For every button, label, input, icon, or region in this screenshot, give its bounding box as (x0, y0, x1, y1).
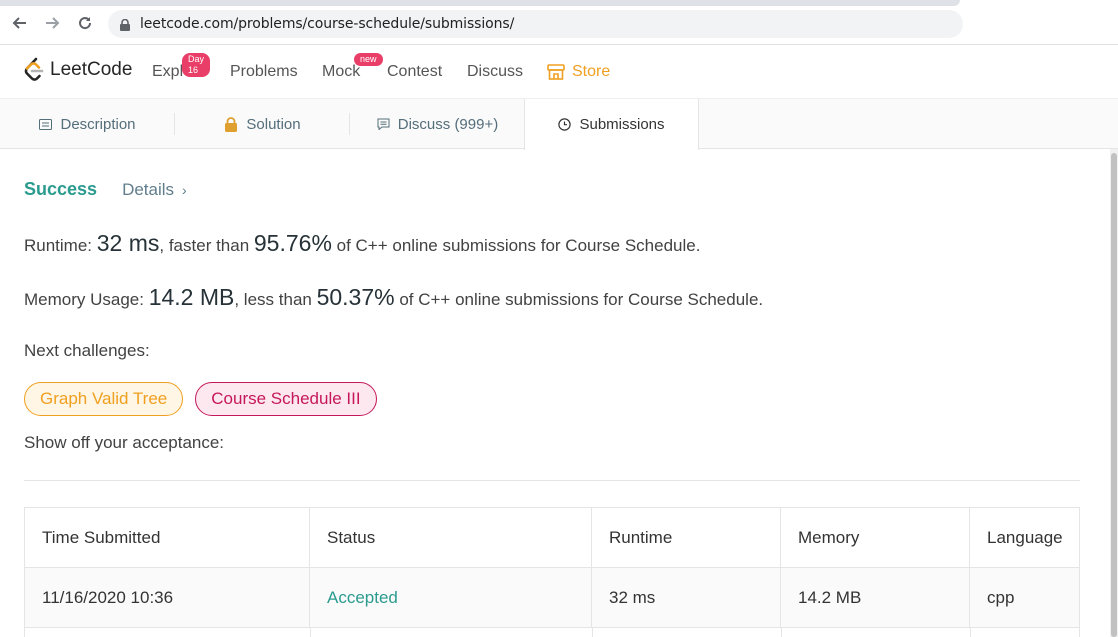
challenge-course-schedule-iii[interactable]: Course Schedule III (195, 382, 377, 416)
tab-submissions[interactable]: Submissions (524, 99, 699, 150)
runtime-summary: Runtime: 32 ms, faster than 95.76% of C+… (24, 230, 700, 257)
col-divider (970, 627, 971, 637)
chevron-right-icon: › (182, 181, 187, 198)
tab-solution-label: Solution (246, 115, 301, 133)
memory-suffix: of C++ online submissions for Course Sch… (394, 290, 764, 309)
lock-icon (225, 116, 238, 132)
column-header-status[interactable]: Status (310, 508, 592, 567)
nav-contest-label: Contest (387, 63, 443, 80)
brand-name: LeetCode (50, 59, 133, 80)
cell-time-submitted: 11/16/2020 10:36 (25, 568, 310, 627)
memory-label: Memory Usage: (24, 290, 149, 309)
store-icon (547, 64, 565, 80)
problem-tabs: Description Solution Discuss (999+) Subm… (0, 99, 1118, 150)
runtime-suffix: of C++ online submissions for Course Sch… (331, 236, 701, 255)
nav-mock-label: Mock (322, 63, 361, 80)
back-arrow-icon[interactable] (10, 13, 30, 33)
next-challenges-label: Next challenges: (24, 341, 150, 360)
tab-description[interactable]: Description (0, 99, 175, 149)
leetcode-logo[interactable]: LeetCode (23, 57, 132, 83)
runtime-label: Runtime: (24, 236, 97, 255)
clock-icon (558, 118, 572, 131)
col-divider (592, 627, 593, 637)
nav-problems[interactable]: Problems (230, 63, 298, 81)
nav-store[interactable]: Store (547, 63, 610, 81)
site-header: LeetCode Explore Day 16 Problems Mock ne… (0, 45, 1118, 99)
tab-discuss-label: Discuss (999+) (397, 115, 499, 133)
runtime-mid: , faster than (159, 236, 254, 255)
table-row: 11/16/2020 10:36 Accepted 32 ms 14.2 MB … (25, 568, 1079, 628)
divider (24, 480, 1080, 481)
nav-discuss[interactable]: Discuss (467, 63, 523, 81)
scrollbar[interactable] (1110, 149, 1118, 637)
nav-store-label: Store (572, 63, 611, 80)
next-challenges: Graph Valid Tree Course Schedule III (24, 382, 389, 416)
tab-solution[interactable]: Solution (175, 99, 350, 149)
lock-icon (120, 18, 130, 31)
column-header-memory[interactable]: Memory (781, 508, 970, 567)
day-badge: Day 16 (182, 53, 211, 77)
url-text: leetcode.com/problems/course-schedule/su… (140, 16, 515, 32)
forward-arrow-icon[interactable] (42, 13, 62, 33)
cell-memory: 14.2 MB (781, 568, 970, 627)
discuss-icon (377, 118, 390, 130)
address-bar[interactable]: leetcode.com/problems/course-schedule/su… (108, 10, 963, 38)
tab-strip (0, 0, 960, 6)
memory-mid: , less than (234, 290, 317, 309)
nav-explore[interactable]: Explore Day 16 (152, 53, 211, 81)
browser-toolbar: leetcode.com/problems/course-schedule/su… (0, 0, 1118, 45)
column-header-time[interactable]: Time Submitted (25, 508, 310, 567)
col-divider (781, 627, 782, 637)
runtime-percent: 95.76% (253, 230, 332, 256)
cell-status-accepted[interactable]: Accepted (310, 568, 592, 627)
scrollbar-thumb[interactable] (1111, 153, 1117, 637)
memory-summary: Memory Usage: 14.2 MB, less than 50.37% … (24, 284, 763, 311)
nav-contest[interactable]: Contest (387, 63, 442, 81)
runtime-value: 32 ms (96, 230, 160, 256)
result-header: Success Details › (24, 179, 187, 200)
tab-description-label: Description (60, 115, 136, 133)
table-header-row: Time Submitted Status Runtime Memory Lan… (25, 508, 1079, 568)
cell-runtime: 32 ms (592, 568, 781, 627)
result-status: Success (24, 179, 98, 199)
show-off-label: Show off your acceptance: (24, 433, 225, 452)
tab-discuss[interactable]: Discuss (999+) (350, 99, 525, 149)
column-header-language[interactable]: Language (970, 508, 1079, 567)
reload-icon[interactable] (75, 13, 95, 33)
challenge-graph-valid-tree[interactable]: Graph Valid Tree (24, 382, 184, 416)
details-link[interactable]: Details › (122, 180, 187, 200)
new-badge: new (354, 53, 383, 66)
memory-percent: 50.37% (316, 284, 395, 310)
cell-language: cpp (987, 587, 1015, 607)
nav-mock[interactable]: Mock new (322, 53, 383, 81)
leetcode-logo-icon (24, 57, 44, 81)
submissions-table: Time Submitted Status Runtime Memory Lan… (24, 507, 1080, 628)
tab-submissions-label: Submissions (579, 116, 665, 133)
column-header-runtime[interactable]: Runtime (592, 508, 781, 567)
details-label: Details (122, 179, 175, 199)
memory-value: 14.2 MB (148, 284, 235, 310)
col-divider (310, 627, 311, 637)
table-continuation (24, 627, 1080, 637)
nav-problems-label: Problems (230, 63, 298, 80)
description-icon (39, 118, 53, 130)
nav-discuss-label: Discuss (467, 63, 524, 80)
